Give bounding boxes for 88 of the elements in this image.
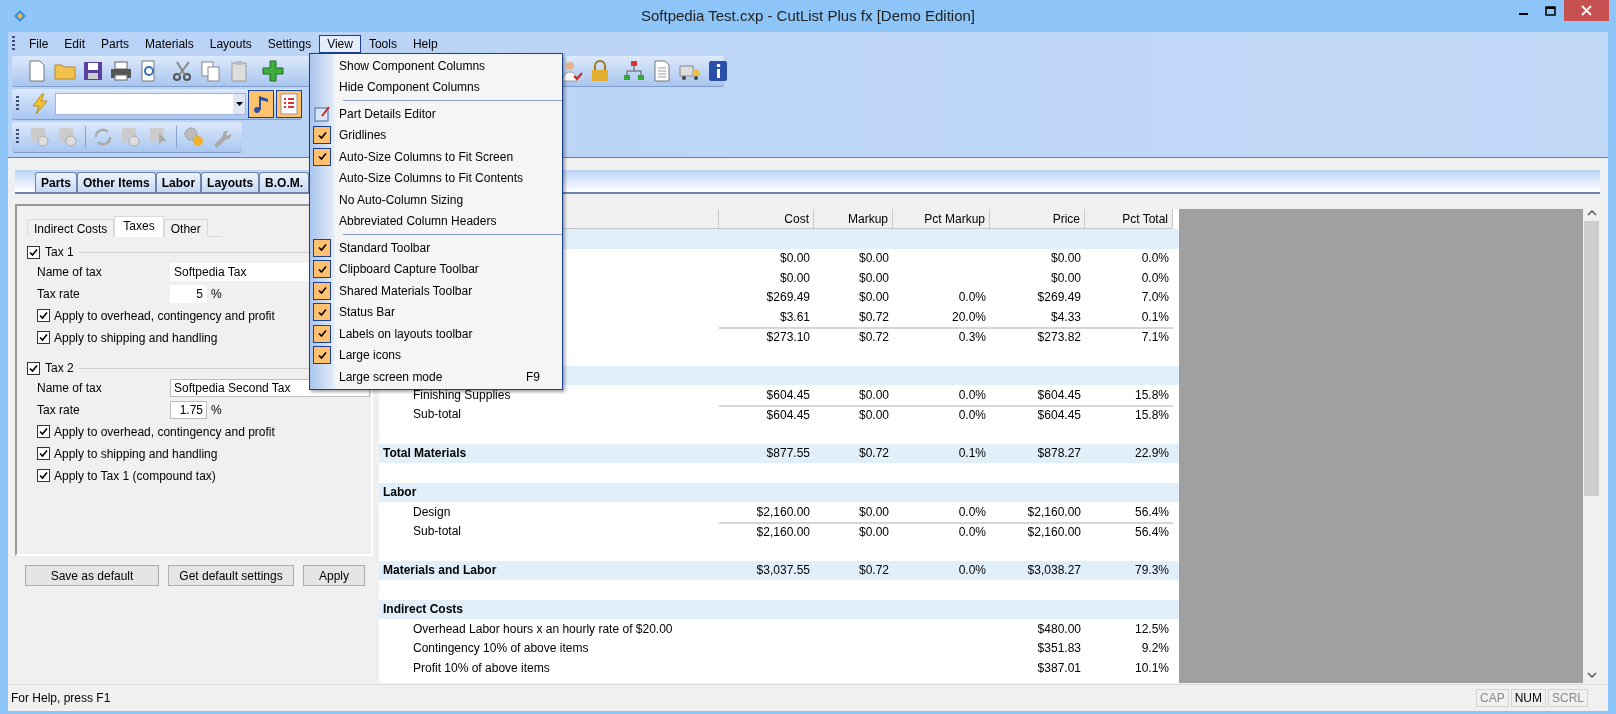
table-cell: 10.1% — [1134, 660, 1169, 675]
table-cell: 12.5% — [1134, 621, 1169, 636]
table-cell: $3,037.55 — [756, 563, 810, 578]
table-cell: $387.01 — [1037, 660, 1081, 675]
key-indicator: CAP — [1475, 689, 1509, 707]
table-cell: 56.4% — [1134, 525, 1169, 540]
table-cell: $2,160.00 — [1027, 525, 1081, 540]
table-cell: 0.0% — [958, 387, 986, 402]
table-cell: 7.0% — [1141, 290, 1169, 305]
table-cell: 0.0% — [958, 408, 986, 423]
table-cell: $878.27 — [1037, 446, 1081, 461]
table-cell: 20.0% — [951, 309, 986, 324]
key-indicator: NUM — [1510, 689, 1546, 707]
checkbox-label: Apply to overhead, contingency and profit — [54, 424, 275, 439]
table-cell: 15.8% — [1134, 408, 1169, 423]
table-cell: $0.00 — [858, 251, 889, 266]
table-cell: 0.0% — [958, 525, 986, 540]
table-cell: 7.1% — [1141, 330, 1169, 345]
table-cell: $3.61 — [779, 309, 810, 324]
table-cell: $273.82 — [1037, 330, 1081, 345]
table-cell: $2,160.00 — [756, 525, 810, 540]
table-cell: $351.83 — [1037, 641, 1081, 656]
table-cell: 0.0% — [958, 504, 986, 519]
table-cell: $0.00 — [858, 525, 889, 540]
table-cell: 0.0% — [958, 290, 986, 305]
table-cell: $0.00 — [1050, 251, 1081, 266]
table-cell: $0.72 — [858, 563, 889, 578]
table-cell: $604.45 — [766, 387, 810, 402]
table-cell: 0.3% — [958, 330, 986, 345]
table-cell: $604.45 — [766, 408, 810, 423]
row-label: Overhead Labor hours x an hourly rate of $20.00 — [412, 621, 674, 636]
table-cell: $0.00 — [858, 504, 889, 519]
table-cell: $604.45 — [1037, 408, 1081, 423]
table-cell: 22.9% — [1134, 446, 1169, 461]
field-label: Tax rate — [37, 402, 81, 417]
row-label: Labor — [382, 485, 418, 500]
table-cell: 0.0% — [958, 563, 986, 578]
table-cell: $0.00 — [858, 290, 889, 305]
table-cell: $480.00 — [1037, 621, 1081, 636]
table-cell: $269.49 — [1037, 290, 1081, 305]
field-label: Name of tax — [37, 264, 103, 279]
checkbox-label: Apply to shipping and handling — [54, 330, 218, 345]
table-cell: $4.33 — [1050, 309, 1081, 324]
table-cell: $0.00 — [858, 408, 889, 423]
row-label: Contingency 10% of above items — [412, 641, 590, 656]
unit-label: % — [211, 286, 222, 301]
group-title: Tax 1 — [45, 245, 74, 259]
table-cell: $0.72 — [858, 309, 889, 324]
unit-label: % — [211, 402, 222, 417]
table-cell: $0.72 — [858, 330, 889, 345]
table-cell: 79.3% — [1134, 563, 1169, 578]
table-cell: 9.2% — [1141, 641, 1169, 656]
table-cell: $0.00 — [1050, 270, 1081, 285]
checkbox-label: Apply to overhead, contingency and profit — [54, 308, 275, 323]
table-cell: 0.0% — [1141, 251, 1169, 266]
table-cell: 0.0% — [1141, 270, 1169, 285]
table-cell: 0.1% — [1141, 309, 1169, 324]
table-cell: $2,160.00 — [756, 504, 810, 519]
key-indicator: SCRL — [1548, 689, 1588, 707]
table-cell: $877.55 — [766, 446, 810, 461]
row-label: Profit 10% of above items — [412, 660, 551, 675]
table-cell: $604.45 — [1037, 387, 1081, 402]
table-cell: $0.72 — [858, 446, 889, 461]
window-title: Softpedia Test.cxp - CutList Plus fx [Demo Edition] — [641, 7, 975, 24]
table-cell: 15.8% — [1134, 387, 1169, 402]
row-label: Finishing Supplies — [412, 387, 512, 402]
group-title: Tax 2 — [45, 361, 74, 375]
checkbox-label: Apply to shipping and handling — [54, 446, 218, 461]
table-cell: $273.10 — [766, 330, 810, 345]
row-label: Total Materials — [382, 446, 468, 461]
table-cell: $2,160.00 — [1027, 504, 1081, 519]
row-label: Design — [412, 504, 452, 519]
table-cell: $0.00 — [858, 270, 889, 285]
field-label: Tax rate — [37, 286, 81, 301]
table-cell: 56.4% — [1134, 504, 1169, 519]
table-cell: $3,038.27 — [1027, 563, 1081, 578]
row-label: Sub-total — [412, 407, 463, 422]
table-cell: $0.00 — [858, 387, 889, 402]
row-label: Materials and Labor — [382, 563, 498, 578]
table-cell: $269.49 — [766, 290, 810, 305]
table-cell: 0.1% — [958, 446, 986, 461]
row-label: Indirect Costs — [382, 602, 464, 617]
table-cell: $0.00 — [779, 251, 810, 266]
table-cell: $0.00 — [779, 270, 810, 285]
status-message: For Help, press F1 — [11, 691, 111, 705]
checkbox-label: Apply to Tax 1 (compound tax) — [54, 468, 216, 483]
field-label: Name of tax — [37, 380, 103, 395]
row-label: Sub-total — [412, 524, 463, 539]
